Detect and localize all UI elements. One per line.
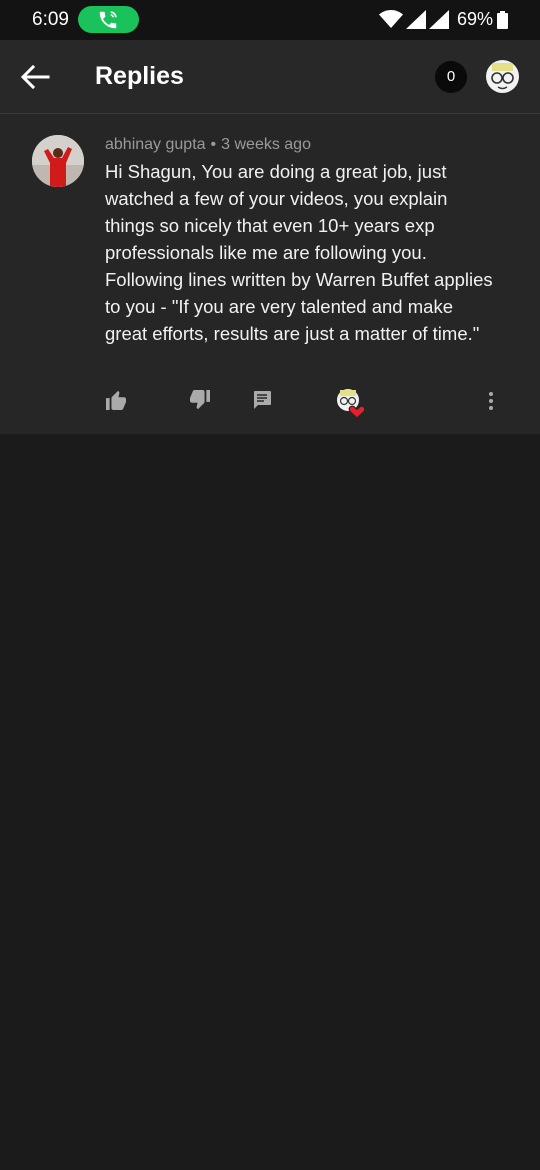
comment-author[interactable]: abhinay gupta bbox=[105, 136, 206, 153]
creator-heart-icon bbox=[337, 389, 366, 418]
back-arrow-icon[interactable] bbox=[20, 64, 50, 90]
battery-icon bbox=[497, 11, 508, 29]
commenter-avatar[interactable] bbox=[32, 135, 84, 187]
comment-meta: abhinay gupta • 3 weeks ago bbox=[105, 136, 311, 154]
thumb-up-icon[interactable] bbox=[105, 390, 127, 410]
meta-separator: • bbox=[210, 136, 217, 153]
signal-icon bbox=[406, 10, 426, 29]
comment-card: abhinay gupta • 3 weeks ago Hi Shagun, You… bbox=[0, 114, 540, 434]
comment-time: 3 weeks ago bbox=[221, 136, 311, 153]
call-active-icon bbox=[99, 11, 117, 29]
account-avatar[interactable] bbox=[486, 60, 519, 93]
more-vert-icon[interactable] bbox=[488, 391, 494, 411]
glasses-avatar-icon bbox=[491, 63, 514, 90]
profile-photo bbox=[32, 135, 84, 187]
signal-icon bbox=[429, 10, 449, 29]
thumb-down-icon[interactable] bbox=[189, 390, 211, 410]
page-title: Replies bbox=[95, 62, 184, 90]
notification-count-badge[interactable]: 0 bbox=[435, 61, 467, 93]
app-bar: Replies 0 bbox=[0, 40, 540, 114]
battery-percent: 69% bbox=[457, 9, 494, 29]
reply-icon[interactable] bbox=[252, 390, 272, 410]
call-active-pill[interactable] bbox=[78, 6, 139, 33]
status-time: 6:09 bbox=[32, 9, 69, 30]
wifi-icon bbox=[379, 10, 403, 28]
comment-text: Hi Shagun, You are doing a great job, ju… bbox=[105, 161, 493, 344]
status-bar: 6:09 69% bbox=[0, 0, 540, 40]
